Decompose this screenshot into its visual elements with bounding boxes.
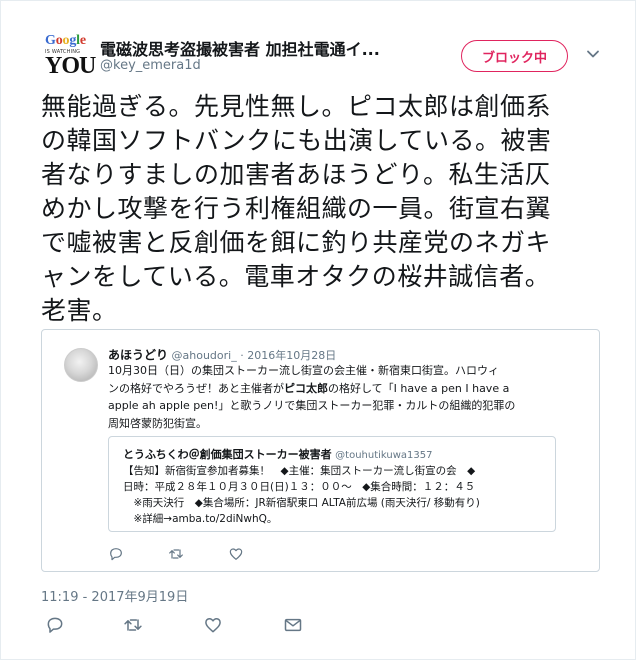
quoted-bold-word: ピコ太郎 — [284, 381, 328, 395]
tweet-text: 無能過ぎる。先見性無し。ピコ太郎は創価系 の韓国ソフトバンクにも出演している。被… — [41, 92, 552, 325]
quoted-tweet-text: 10月30日（日）の集団ストーカー流し街宣の会主催・新宿東口街宣。ハロウィ ンの… — [108, 362, 588, 432]
quoted-tweet-header: あほうどり @ahoudori_ · 2016年10月28日 — [108, 346, 336, 363]
blocked-button[interactable]: ブロック中 — [461, 40, 568, 72]
nested-tweet-header: とうふちくわ＠創価集団ストーカー被害者 @touhutikuwa1357 — [123, 446, 433, 462]
quoted-tweet[interactable]: あほうどり @ahoudori_ · 2016年10月28日 10月30日（日）… — [41, 329, 600, 572]
tweet-timestamp[interactable]: 11:19 - 2017年9月19日 — [41, 586, 188, 605]
chevron-down-icon[interactable] — [586, 47, 600, 61]
envelope-icon[interactable] — [283, 615, 303, 635]
nested-line: 日時：平成２８年１０月３０日(日)１３：００～ ◆集合時間：１２：４５ — [123, 481, 476, 493]
retweet-icon[interactable] — [168, 546, 184, 562]
avatar-google-text: Google — [45, 33, 86, 48]
heart-icon[interactable] — [228, 546, 244, 562]
reply-icon[interactable] — [108, 546, 124, 562]
quoted-line: 周知啓蒙防犯街宣。 — [108, 416, 207, 430]
quoted-author-avatar[interactable] — [64, 348, 98, 382]
quoted-date[interactable]: 2016年10月28日 — [247, 349, 336, 362]
quoted-line: apple ah apple pen!」と歌うノリで集団ストーカー犯罪・カルトの… — [108, 399, 516, 412]
nested-line: ※詳細→amba.to/2diNwhQ。 — [123, 513, 278, 525]
quoted-author-handle[interactable]: @ahoudori_ — [172, 349, 237, 362]
separator-dot: · — [240, 349, 244, 362]
nested-author-handle[interactable]: @touhutikuwa1357 — [335, 450, 432, 461]
nested-quoted-tweet[interactable]: とうふちくわ＠創価集団ストーカー被害者 @touhutikuwa1357 【告知… — [108, 436, 556, 532]
avatar-you-text: YOU — [45, 53, 96, 79]
retweet-icon[interactable] — [123, 615, 143, 635]
quoted-author-name[interactable]: あほうどり — [108, 348, 168, 362]
quoted-line: 10月30日（日）の集団ストーカー流し街宣の会主催・新宿東口街宣。ハロウィ — [108, 364, 499, 377]
nested-line: 【告知】新宿街宣参加者募集！ ◆主催：集団ストーカー流し街宣の会 ◆ — [123, 465, 476, 477]
nested-line: ※雨天決行 ◆集合場所：JR新宿駅東口 ALTA前広場 (雨天決行/ 移動有り) — [123, 497, 480, 509]
nested-author-name[interactable]: とうふちくわ＠創価集団ストーカー被害者 — [123, 448, 332, 461]
author-display-name[interactable]: 電磁波思考盗撮被害者 加担社電通イ... — [100, 36, 380, 60]
heart-icon[interactable] — [203, 615, 223, 635]
author-avatar[interactable]: Google IS WATCHING YOU — [45, 33, 96, 79]
quoted-line: ンの格好でやろうぜ！あと主催者がピコ太郎の格好して「I have a pen I… — [108, 381, 510, 395]
tweet-card: Google IS WATCHING YOU 電磁波思考盗撮被害者 加担社電通イ… — [0, 0, 636, 660]
nested-tweet-text: 【告知】新宿街宣参加者募集！ ◆主催：集団ストーカー流し街宣の会 ◆ 日時：平成… — [123, 463, 555, 527]
reply-icon[interactable] — [45, 615, 65, 635]
author-screen-name[interactable]: @key_emera1d — [100, 58, 201, 73]
